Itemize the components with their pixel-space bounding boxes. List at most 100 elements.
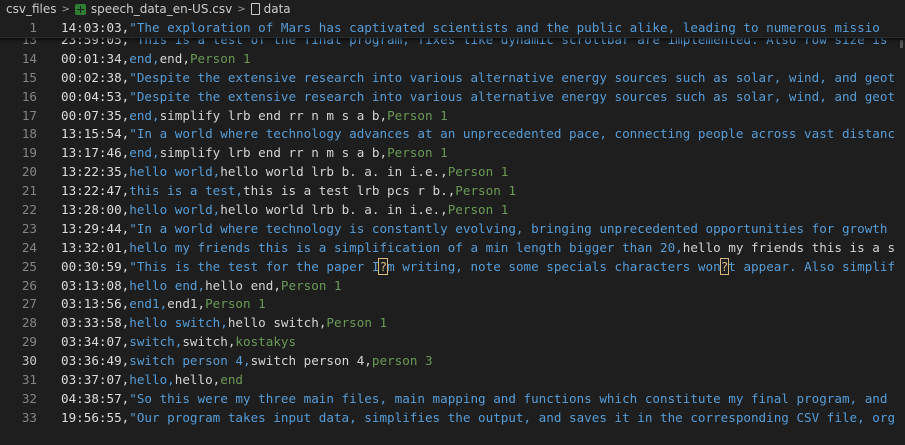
code-line-row[interactable]: 26 03:13:08,hello end,hello end,Person 1 <box>0 276 905 295</box>
timestamp: 13:22:35, <box>61 164 130 180</box>
breadcrumb: csv_files > speech_data_en-US.csv > data <box>0 0 905 18</box>
breadcrumb-symbol[interactable]: data <box>250 2 291 16</box>
speaker-label: Person 1 <box>387 145 448 161</box>
speaker-label: end <box>220 371 243 387</box>
code-line: 03:13:08,hello end,hello end,Person 1 <box>61 278 342 293</box>
original-text: "Our program takes input data, simplifie… <box>129 409 896 425</box>
code-line-row[interactable]: 21 13:22:47,this is a test,this is a test… <box>0 181 905 200</box>
speaker-label: Person 1 <box>455 183 516 199</box>
code-line: 13:22:47,this is a test,this is a test l… <box>61 183 516 198</box>
timestamp: 13:29:44, <box>61 220 130 236</box>
code-line-row[interactable]: 16 00:04:53,"Despite the extensive resear… <box>0 87 905 106</box>
code-line: 13:17:46,end,simplify lrb end rr n m s a… <box>61 145 448 160</box>
line-number: 33 <box>21 409 37 425</box>
code-line: 13:29:44,"In a world where technology is… <box>61 221 887 236</box>
original-text: switch person 4, <box>129 353 251 369</box>
code-line: 03:37:07,hello,hello,end <box>61 372 243 387</box>
simplified-text: hello world lrb b. a. in i.e., <box>220 164 448 180</box>
line-number: 25 <box>21 258 37 274</box>
timestamp: 14:03:03, <box>61 20 130 35</box>
original-text: hello world, <box>129 164 221 180</box>
code-line: 03:13:56,end1,end1,Person 1 <box>61 296 266 311</box>
line-number: 15 <box>21 69 37 85</box>
code-line: 03:34:07,switch,switch,kostakys <box>61 334 296 349</box>
original-text: "Despite the extensive research into var… <box>129 69 896 85</box>
code-line-row[interactable]: 31 03:37:07,hello,hello,end <box>0 370 905 389</box>
speech-text: "The exploration of Mars has captivated … <box>129 20 880 35</box>
original-text: end, <box>129 145 160 161</box>
original-text: hello my friends this is a simplificatio… <box>129 239 683 255</box>
timestamp: 04:38:57, <box>61 390 130 406</box>
original-text: hello world, <box>129 201 221 217</box>
timestamp: 13:17:46, <box>61 145 130 161</box>
code-line-row[interactable]: 23 13:29:44,"In a world where technology … <box>0 219 905 238</box>
original-text: "In a world where technology advances at… <box>129 126 896 142</box>
code-line-row[interactable]: 25 00:30:59,"This is the test for the pap… <box>0 257 905 276</box>
code-line-row[interactable]: 17 00:07:35,end,simplify lrb end rr n m s… <box>0 106 905 125</box>
simplified-text: hello switch, <box>227 315 327 331</box>
original-text: "In a world where technology is constant… <box>129 220 888 236</box>
speaker-label: Person 1 <box>447 201 509 217</box>
code-line-row[interactable]: 29 03:34:07,switch,switch,kostakys <box>0 332 905 351</box>
code-line: 00:04:53,"Despite the extensive research… <box>61 89 895 104</box>
original-text: "This is the test for the paper I <box>129 258 380 274</box>
timestamp: 03:37:07, <box>61 371 130 387</box>
code-lines: 13 23:59:05,"This is a test of the final … <box>0 30 905 427</box>
speaker-label: Person 1 <box>189 50 251 66</box>
code-line: 19:56:55,"Our program takes input data, … <box>61 410 895 425</box>
original-text: m writing, note some specials characters… <box>387 258 721 274</box>
breadcrumb-file[interactable]: speech_data_en-US.csv <box>74 2 232 16</box>
line-number: 20 <box>21 164 37 180</box>
code-line-row[interactable]: 27 03:13:56,end1,end1,Person 1 <box>0 294 905 313</box>
original-text: t appear. Also simplif <box>728 258 896 274</box>
code-line-row[interactable]: 24 13:32:01,hello my friends this is a si… <box>0 238 905 257</box>
original-text: "Despite the extensive research into var… <box>129 88 896 104</box>
timestamp: 00:30:59, <box>61 258 130 274</box>
code-line-row[interactable]: 14 00:01:34,end,end,Person 1 <box>0 49 905 68</box>
code-line: 00:07:35,end,simplify lrb end rr n m s a… <box>61 108 448 123</box>
timestamp: 00:07:35, <box>61 107 130 123</box>
code-line-row[interactable]: 28 03:33:58,hello switch,hello switch,Per… <box>0 313 905 332</box>
code-line-row[interactable]: 18 13:15:54,"In a world where technology … <box>0 124 905 143</box>
code-line-row[interactable]: 15 00:02:38,"Despite the extensive resear… <box>0 68 905 87</box>
timestamp: 03:13:08, <box>61 277 130 293</box>
simplified-text: hello end, <box>205 277 281 293</box>
original-text: hello end, <box>129 277 206 293</box>
code-line-row[interactable]: 20 13:22:35,hello world,hello world lrb b… <box>0 162 905 181</box>
code-line-row[interactable]: 33 19:56:55,"Our program takes input data… <box>0 408 905 427</box>
original-text: end, <box>129 50 160 66</box>
code-line: 13:22:35,hello world,hello world lrb b. … <box>61 164 508 179</box>
code-line-row[interactable]: 30 03:36:49,switch person 4,switch person… <box>0 351 905 370</box>
line-number: 14 <box>21 50 37 66</box>
line-number: 31 <box>21 371 37 387</box>
speaker-label: kostakys <box>235 334 297 350</box>
sticky-scroll-line[interactable]: 1 14:03:03,"The exploration of Mars has … <box>0 18 905 38</box>
breadcrumb-folder[interactable]: csv_files <box>6 2 56 16</box>
code-line: 13:32:01,hello my friends this is a simp… <box>61 240 895 255</box>
line-number: 21 <box>21 183 37 199</box>
line-number: 29 <box>21 334 37 350</box>
line-number: 1 <box>29 20 37 35</box>
editor[interactable]: 1 14:03:03,"The exploration of Mars has … <box>0 18 905 445</box>
invalid-char: ? <box>378 257 389 275</box>
timestamp: 00:02:38, <box>61 69 130 85</box>
code-line: 04:38:57,"So this were my three main fil… <box>61 391 887 406</box>
simplified-text: end, <box>159 50 190 66</box>
timestamp: 03:13:56, <box>61 296 130 312</box>
chevron-right-icon: > <box>237 3 246 15</box>
csv-file-icon <box>74 3 86 15</box>
line-number: 27 <box>21 296 37 312</box>
code-line-row[interactable]: 19 13:17:46,end,simplify lrb end rr n m s… <box>0 143 905 162</box>
line-number: 24 <box>21 239 37 255</box>
original-text: hello, <box>129 371 175 387</box>
line-number: 23 <box>21 220 37 236</box>
speaker-label: Person 1 <box>326 315 388 331</box>
original-text: end1, <box>129 296 168 312</box>
timestamp: 03:34:07, <box>61 334 130 350</box>
code-line-row[interactable]: 22 13:28:00,hello world,hello world lrb b… <box>0 200 905 219</box>
code-line: 03:36:49,switch person 4,switch person 4… <box>61 353 433 368</box>
code-line-row[interactable]: 32 04:38:57,"So this were my three main f… <box>0 389 905 408</box>
simplified-text: simplify lrb end rr n m s a b, <box>159 107 388 123</box>
simplified-text: switch, <box>182 334 236 350</box>
timestamp: 13:15:54, <box>61 126 130 142</box>
